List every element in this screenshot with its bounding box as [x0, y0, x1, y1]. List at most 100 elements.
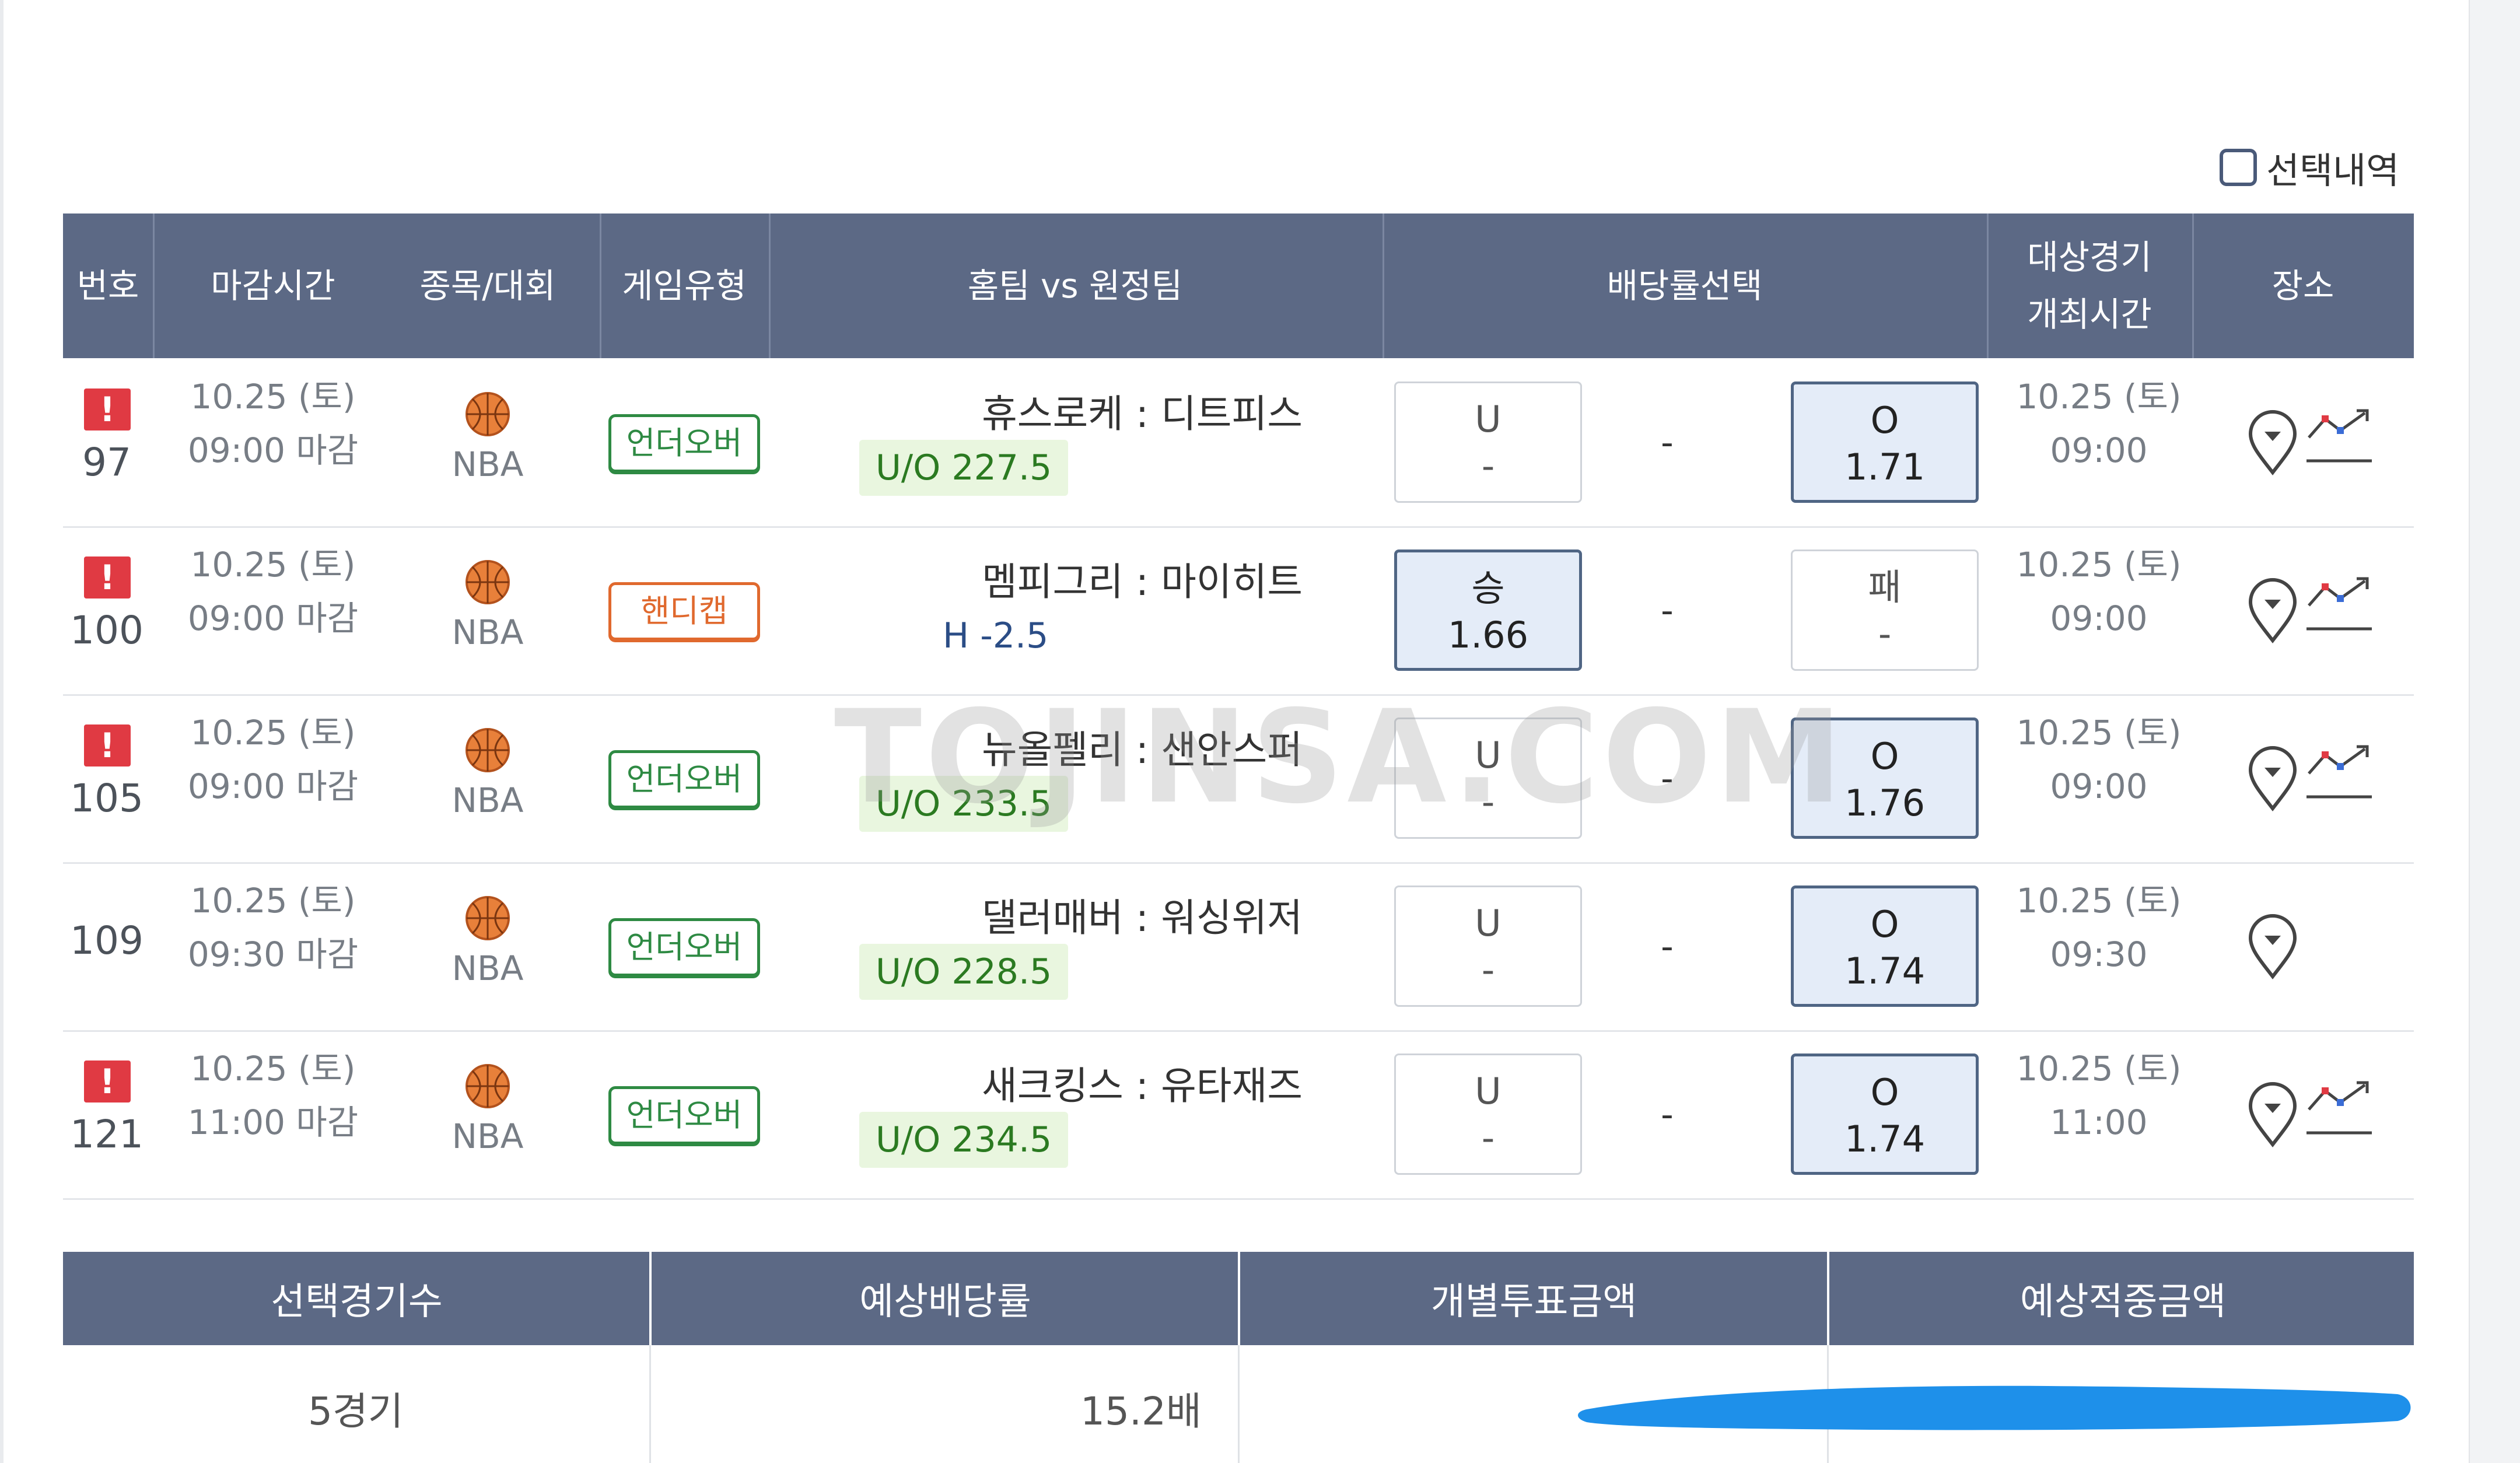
- odds-draw: -: [1661, 422, 1674, 463]
- location-pin-icon[interactable]: [2244, 1079, 2302, 1149]
- location-pin-icon[interactable]: [2244, 575, 2302, 645]
- betting-line: H -2.5: [943, 615, 1049, 656]
- summary-header-games: 선택경기수: [271, 1280, 443, 1324]
- header-number: 번호: [76, 266, 139, 306]
- header-game-type: 게임유형: [622, 266, 747, 306]
- matchup-teams: 댈러매버 : 워싱위저: [982, 895, 1303, 940]
- game-row: ! 121 10.25 (토) 11:00 마감 NBA 언더오버 새크킹스 :…: [63, 1030, 2414, 1200]
- alert-icon: !: [84, 388, 131, 430]
- game-number: 121: [70, 1112, 144, 1157]
- odds-home-button[interactable]: U -: [1394, 382, 1582, 503]
- deadline-date: 10.25 (토): [190, 881, 356, 921]
- games-table-header: 번호 마감시간 종목/대회 게임유형 홈팀 vs 원정팀 배당률선택 대상경기 …: [63, 214, 2414, 358]
- start-date: 10.25 (토): [2016, 545, 2182, 584]
- game-number: 97: [82, 440, 131, 485]
- start-time: 09:30: [2050, 935, 2148, 974]
- deadline-time: 09:00 마감: [187, 766, 359, 806]
- game-row: ! 100 10.25 (토) 09:00 마감 NBA 핸디캡 멤피그리 : …: [63, 526, 2414, 696]
- summary-header: 선택경기수 예상배당률 개별투표금액 예상적중금액: [63, 1252, 2414, 1345]
- summary-divider: [1238, 1345, 1240, 1463]
- odds-away-label: O: [1870, 903, 1899, 946]
- game-number: 109: [70, 918, 144, 963]
- redaction-scribble: [1578, 1385, 2411, 1430]
- odds-home-value: -: [1481, 949, 1495, 991]
- basketball-icon: [466, 728, 510, 772]
- header-venue: 장소: [2272, 266, 2334, 306]
- odds-home-label: U: [1475, 1070, 1502, 1112]
- select-history-label: 선택내역: [2266, 149, 2400, 192]
- odds-home-button[interactable]: U -: [1394, 886, 1582, 1007]
- game-type-badge: 언더오버: [608, 750, 760, 808]
- game-type-badge: 언더오버: [608, 414, 760, 473]
- odds-away-button[interactable]: O 1.74: [1791, 1054, 1979, 1175]
- start-time: 11:00: [2050, 1102, 2148, 1142]
- alert-icon: !: [84, 724, 131, 766]
- matchup-teams: 새크킹스 : 유타재즈: [982, 1063, 1303, 1108]
- odds-draw: -: [1661, 590, 1674, 631]
- odds-home-value: 1.66: [1447, 614, 1529, 656]
- sport-name: NBA: [452, 612, 524, 652]
- odds-away-button[interactable]: O 1.74: [1791, 886, 1979, 1007]
- deadline-date: 10.25 (토): [190, 377, 356, 416]
- summary-header-odds: 예상배당률: [859, 1280, 1031, 1324]
- select-history-toggle[interactable]: 선택내역: [2220, 141, 2399, 194]
- game-type-badge: 언더오버: [608, 918, 760, 977]
- start-time: 09:00: [2050, 430, 2148, 470]
- trend-chart-icon[interactable]: [2304, 741, 2374, 805]
- matchup-teams: 멤피그리 : 마이히트: [982, 559, 1303, 604]
- game-type-badge: 핸디캡: [608, 582, 760, 640]
- sport-name: NBA: [452, 949, 524, 988]
- start-date: 10.25 (토): [2016, 713, 2182, 752]
- betting-line: U/O 234.5: [859, 1112, 1069, 1168]
- odds-draw: -: [1661, 1094, 1674, 1135]
- watermark: TOJINSA.COM: [834, 682, 1846, 832]
- odds-away-value: 1.74: [1844, 1118, 1926, 1160]
- sport-name: NBA: [452, 1116, 524, 1156]
- odds-home-label: 승: [1471, 567, 1505, 610]
- header-sport: 종목/대회: [419, 266, 556, 306]
- odds-away-value: 1.71: [1844, 446, 1926, 488]
- header-start-time: 대상경기 개최시간: [1987, 214, 2192, 358]
- odds-draw: -: [1661, 926, 1674, 967]
- odds-away-label: 패: [1868, 566, 1902, 608]
- basketball-icon: [466, 896, 510, 940]
- location-pin-icon[interactable]: [2244, 407, 2302, 477]
- sport-name: NBA: [452, 780, 524, 820]
- odds-away-button[interactable]: 패 -: [1791, 550, 1979, 671]
- odds-away-label: O: [1870, 399, 1899, 442]
- game-number: 105: [70, 776, 144, 821]
- deadline-date: 10.25 (토): [190, 545, 356, 584]
- summary-divider: [649, 1345, 651, 1463]
- matchup-teams: 휴스로케 : 디트피스: [982, 391, 1303, 436]
- odds-home-button[interactable]: 승 1.66: [1394, 550, 1582, 671]
- summary-expected-odds: 15.2배: [1080, 1389, 1202, 1434]
- game-row: 109 10.25 (토) 09:30 마감 NBA 언더오버 댈러매버 : 워…: [63, 862, 2414, 1032]
- header-odds: 배당률선택: [1606, 266, 1763, 306]
- game-row: ! 97 10.25 (토) 09:00 마감 NBA 언더오버 휴스로케 : …: [63, 358, 2414, 528]
- basketball-icon: [466, 560, 510, 604]
- location-pin-icon[interactable]: [2244, 743, 2302, 813]
- trend-chart-icon[interactable]: [2304, 405, 2374, 469]
- header-start-line1: 대상경기: [2027, 237, 2152, 277]
- summary-games-count: 5경기: [308, 1389, 404, 1434]
- deadline-time: 09:00 마감: [187, 430, 359, 470]
- basketball-icon: [466, 392, 510, 436]
- deadline-time: 09:00 마감: [187, 598, 359, 638]
- location-pin-icon[interactable]: [2244, 911, 2302, 981]
- odds-away-label: O: [1870, 1071, 1899, 1114]
- odds-away-button[interactable]: O 1.71: [1791, 382, 1979, 503]
- start-date: 10.25 (토): [2016, 881, 2182, 921]
- start-time: 09:00: [2050, 598, 2148, 638]
- trend-chart-icon[interactable]: [2304, 573, 2374, 637]
- header-matchup: 홈팀 vs 원정팀: [967, 266, 1183, 306]
- select-history-checkbox[interactable]: [2220, 149, 2257, 186]
- odds-away-value: 1.74: [1844, 950, 1926, 992]
- game-type-badge: 언더오버: [608, 1086, 760, 1144]
- odds-home-button[interactable]: U -: [1394, 1054, 1582, 1175]
- odds-home-label: U: [1475, 902, 1502, 944]
- basketball-icon: [466, 1064, 510, 1108]
- trend-chart-icon[interactable]: [2304, 1077, 2374, 1141]
- start-date: 10.25 (토): [2016, 377, 2182, 416]
- summary-header-payout: 예상적중금액: [2020, 1280, 2227, 1324]
- game-number: 100: [70, 608, 144, 653]
